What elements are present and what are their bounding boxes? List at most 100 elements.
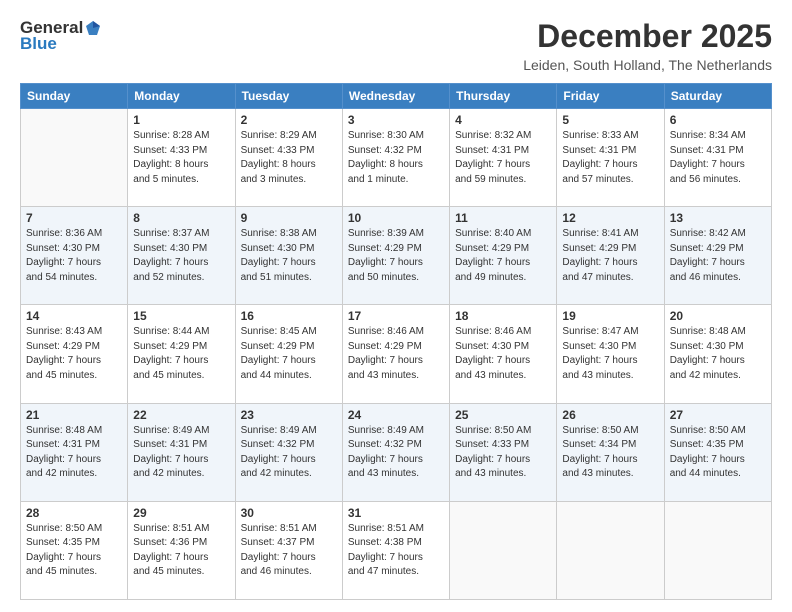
day-number: 23 — [241, 408, 337, 422]
day-info: Sunrise: 8:49 AM Sunset: 4:32 PM Dayligh… — [241, 424, 337, 482]
calendar-table: Sunday Monday Tuesday Wednesday Thursday… — [20, 83, 772, 600]
location: Leiden, South Holland, The Netherlands — [523, 57, 772, 73]
day-number: 25 — [455, 408, 551, 422]
day-number: 8 — [133, 211, 229, 225]
day-info: Sunrise: 8:51 AM Sunset: 4:36 PM Dayligh… — [133, 522, 229, 580]
table-row: 15 Sunrise: 8:44 AM Sunset: 4:29 PM Dayli… — [128, 305, 235, 403]
day-number: 12 — [562, 211, 658, 225]
day-number: 9 — [241, 211, 337, 225]
day-number: 30 — [241, 506, 337, 520]
col-saturday: Saturday — [664, 84, 771, 109]
month-title: December 2025 — [523, 18, 772, 55]
day-number: 3 — [348, 113, 444, 127]
table-row: 10 Sunrise: 8:39 AM Sunset: 4:29 PM Dayli… — [342, 207, 449, 305]
col-sunday: Sunday — [21, 84, 128, 109]
col-tuesday: Tuesday — [235, 84, 342, 109]
table-row: 3 Sunrise: 8:30 AM Sunset: 4:32 PM Daylig… — [342, 109, 449, 207]
table-row: 25 Sunrise: 8:50 AM Sunset: 4:33 PM Dayli… — [450, 403, 557, 501]
day-number: 10 — [348, 211, 444, 225]
table-row: 6 Sunrise: 8:34 AM Sunset: 4:31 PM Daylig… — [664, 109, 771, 207]
table-row: 24 Sunrise: 8:49 AM Sunset: 4:32 PM Dayli… — [342, 403, 449, 501]
day-info: Sunrise: 8:46 AM Sunset: 4:29 PM Dayligh… — [348, 325, 444, 383]
table-row: 5 Sunrise: 8:33 AM Sunset: 4:31 PM Daylig… — [557, 109, 664, 207]
day-number: 17 — [348, 309, 444, 323]
calendar-week-row: 21Sunrise: 8:48 AM Sunset: 4:31 PM Dayli… — [21, 403, 772, 501]
table-row: 30 Sunrise: 8:51 AM Sunset: 4:37 PM Dayli… — [235, 501, 342, 599]
table-row — [21, 109, 128, 207]
day-info: Sunrise: 8:33 AM Sunset: 4:31 PM Dayligh… — [562, 129, 658, 187]
day-info: Sunrise: 8:47 AM Sunset: 4:30 PM Dayligh… — [562, 325, 658, 383]
day-info: Sunrise: 8:50 AM Sunset: 4:34 PM Dayligh… — [562, 424, 658, 482]
table-row: 28 Sunrise: 8:50 AM Sunset: 4:35 PM Dayli… — [21, 501, 128, 599]
table-row: 4 Sunrise: 8:32 AM Sunset: 4:31 PM Daylig… — [450, 109, 557, 207]
day-number: 16 — [241, 309, 337, 323]
day-number: 18 — [455, 309, 551, 323]
table-row: 26 Sunrise: 8:50 AM Sunset: 4:34 PM Dayli… — [557, 403, 664, 501]
table-row — [664, 501, 771, 599]
table-row: 8Sunrise: 8:37 AM Sunset: 4:30 PM Daylig… — [128, 207, 235, 305]
table-row: 14Sunrise: 8:43 AM Sunset: 4:29 PM Dayli… — [21, 305, 128, 403]
day-number: 6 — [670, 113, 766, 127]
table-row — [450, 501, 557, 599]
day-number: 21 — [26, 408, 122, 422]
day-number: 13 — [670, 211, 766, 225]
day-info: Sunrise: 8:50 AM Sunset: 4:35 PM Dayligh… — [670, 424, 766, 482]
table-row: 9 Sunrise: 8:38 AM Sunset: 4:30 PM Daylig… — [235, 207, 342, 305]
day-info: Sunrise: 8:42 AM Sunset: 4:29 PM Dayligh… — [670, 227, 766, 285]
day-number: 4 — [455, 113, 551, 127]
day-info: Sunrise: 8:50 AM Sunset: 4:33 PM Dayligh… — [455, 424, 551, 482]
day-info: Sunrise: 8:28 AM Sunset: 4:33 PM Dayligh… — [133, 129, 229, 187]
calendar-week-row: 7Sunrise: 8:36 AM Sunset: 4:30 PM Daylig… — [21, 207, 772, 305]
table-row: 18 Sunrise: 8:46 AM Sunset: 4:30 PM Dayli… — [450, 305, 557, 403]
table-row: 1 Sunrise: 8:28 AM Sunset: 4:33 PM Daylig… — [128, 109, 235, 207]
day-number: 19 — [562, 309, 658, 323]
day-number: 5 — [562, 113, 658, 127]
table-row: 27 Sunrise: 8:50 AM Sunset: 4:35 PM Dayli… — [664, 403, 771, 501]
day-number: 1 — [133, 113, 229, 127]
day-info: Sunrise: 8:44 AM Sunset: 4:29 PM Dayligh… — [133, 325, 229, 383]
table-row: 20Sunrise: 8:48 AM Sunset: 4:30 PM Dayli… — [664, 305, 771, 403]
calendar-week-row: 14Sunrise: 8:43 AM Sunset: 4:29 PM Dayli… — [21, 305, 772, 403]
day-number: 7 — [26, 211, 122, 225]
table-row: 21Sunrise: 8:48 AM Sunset: 4:31 PM Dayli… — [21, 403, 128, 501]
day-info: Sunrise: 8:34 AM Sunset: 4:31 PM Dayligh… — [670, 129, 766, 187]
day-info: Sunrise: 8:50 AM Sunset: 4:35 PM Dayligh… — [26, 522, 122, 580]
day-info: Sunrise: 8:51 AM Sunset: 4:37 PM Dayligh… — [241, 522, 337, 580]
day-info: Sunrise: 8:49 AM Sunset: 4:32 PM Dayligh… — [348, 424, 444, 482]
day-number: 31 — [348, 506, 444, 520]
day-number: 27 — [670, 408, 766, 422]
logo-flag-icon — [84, 19, 102, 37]
table-row: 31Sunrise: 8:51 AM Sunset: 4:38 PM Dayli… — [342, 501, 449, 599]
day-number: 2 — [241, 113, 337, 127]
table-row: 19 Sunrise: 8:47 AM Sunset: 4:30 PM Dayli… — [557, 305, 664, 403]
day-info: Sunrise: 8:32 AM Sunset: 4:31 PM Dayligh… — [455, 129, 551, 187]
day-number: 20 — [670, 309, 766, 323]
calendar-week-row: 28 Sunrise: 8:50 AM Sunset: 4:35 PM Dayli… — [21, 501, 772, 599]
day-info: Sunrise: 8:39 AM Sunset: 4:29 PM Dayligh… — [348, 227, 444, 285]
day-number: 26 — [562, 408, 658, 422]
table-row: 12 Sunrise: 8:41 AM Sunset: 4:29 PM Dayli… — [557, 207, 664, 305]
title-area: December 2025 Leiden, South Holland, The… — [523, 18, 772, 73]
calendar-week-row: 1 Sunrise: 8:28 AM Sunset: 4:33 PM Daylig… — [21, 109, 772, 207]
logo-blue: Blue — [20, 34, 57, 54]
day-info: Sunrise: 8:46 AM Sunset: 4:30 PM Dayligh… — [455, 325, 551, 383]
day-number: 24 — [348, 408, 444, 422]
day-info: Sunrise: 8:45 AM Sunset: 4:29 PM Dayligh… — [241, 325, 337, 383]
table-row: 13 Sunrise: 8:42 AM Sunset: 4:29 PM Dayli… — [664, 207, 771, 305]
day-info: Sunrise: 8:41 AM Sunset: 4:29 PM Dayligh… — [562, 227, 658, 285]
table-row: 11Sunrise: 8:40 AM Sunset: 4:29 PM Dayli… — [450, 207, 557, 305]
table-row: 2Sunrise: 8:29 AM Sunset: 4:33 PM Daylig… — [235, 109, 342, 207]
day-number: 28 — [26, 506, 122, 520]
table-row — [557, 501, 664, 599]
calendar-header-row: Sunday Monday Tuesday Wednesday Thursday… — [21, 84, 772, 109]
table-row: 23 Sunrise: 8:49 AM Sunset: 4:32 PM Dayli… — [235, 403, 342, 501]
day-info: Sunrise: 8:38 AM Sunset: 4:30 PM Dayligh… — [241, 227, 337, 285]
table-row: 7Sunrise: 8:36 AM Sunset: 4:30 PM Daylig… — [21, 207, 128, 305]
table-row: 29Sunrise: 8:51 AM Sunset: 4:36 PM Dayli… — [128, 501, 235, 599]
day-number: 11 — [455, 211, 551, 225]
day-info: Sunrise: 8:30 AM Sunset: 4:32 PM Dayligh… — [348, 129, 444, 187]
col-thursday: Thursday — [450, 84, 557, 109]
day-number: 15 — [133, 309, 229, 323]
day-info: Sunrise: 8:43 AM Sunset: 4:29 PM Dayligh… — [26, 325, 122, 383]
col-wednesday: Wednesday — [342, 84, 449, 109]
